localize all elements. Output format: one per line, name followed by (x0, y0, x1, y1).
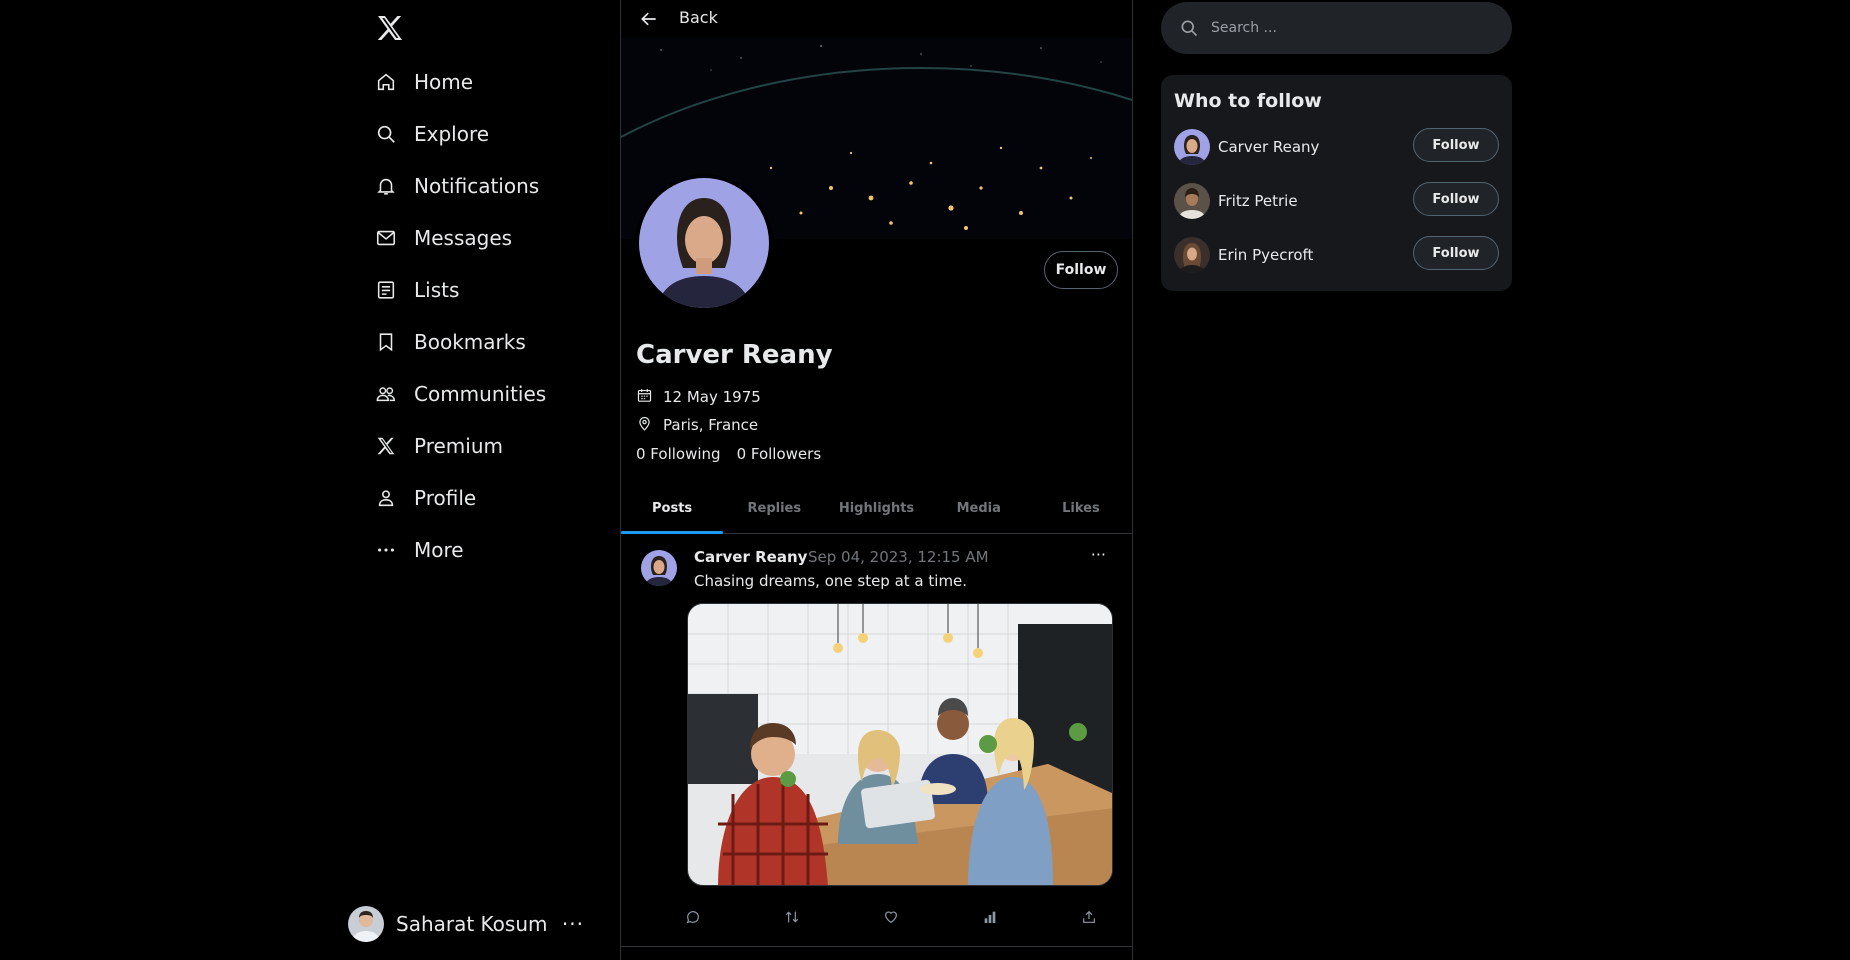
repost-icon[interactable] (780, 905, 804, 929)
nav-item-label: Explore (414, 122, 490, 146)
location-text: Paris, France (663, 416, 759, 434)
person-icon (374, 486, 398, 510)
tab-likes[interactable]: Likes (1030, 484, 1132, 533)
search-box[interactable] (1161, 2, 1512, 54)
avatar (1174, 183, 1210, 219)
post-author[interactable]: Carver Reany (694, 548, 807, 566)
calendar-icon (636, 387, 653, 408)
post-item[interactable]: Carver Reany Sep 04, 2023, 12:15 AM ··· … (621, 535, 1132, 947)
search-icon (1179, 18, 1199, 38)
analytics-icon[interactable] (978, 905, 1002, 929)
more-dots-icon[interactable]: ··· (1091, 545, 1106, 564)
nav-item-label: Lists (414, 278, 460, 302)
nav-item-messages[interactable]: Messages (374, 218, 512, 258)
search-icon (374, 122, 398, 146)
nav-item-label: Communities (414, 382, 547, 406)
nav-item-notifications[interactable]: Notifications (374, 166, 539, 206)
nav-item-label: Home (414, 70, 474, 94)
nav-item-home[interactable]: Home (374, 62, 473, 102)
back-button[interactable]: Back (679, 8, 718, 27)
back-arrow-icon[interactable] (639, 9, 659, 29)
current-user-name: Saharat Kosum (396, 912, 548, 936)
location-pin-icon (636, 415, 653, 436)
profile-header-bar: Back (621, 0, 1132, 38)
nav-item-lists[interactable]: Lists (374, 270, 459, 310)
followers-count-link[interactable]: 0 Followers (737, 445, 822, 463)
avatar (348, 906, 384, 942)
tab-posts[interactable]: Posts (621, 484, 724, 534)
following-count-link[interactable]: 0 Following (636, 445, 721, 463)
x-logo-icon[interactable] (374, 12, 406, 44)
nav-item-label: Bookmarks (414, 330, 526, 354)
reply-icon[interactable] (681, 905, 705, 929)
bell-icon (374, 174, 398, 198)
avatar (1174, 237, 1210, 273)
nav-item-bookmarks[interactable]: Bookmarks (374, 322, 526, 362)
post-text: Chasing dreams, one step at a time. (694, 572, 968, 590)
current-user-menu[interactable]: Saharat Kosum ··· (348, 900, 598, 948)
avatar (1174, 129, 1210, 165)
heart-icon[interactable] (879, 905, 903, 929)
profile-location: Paris, France (636, 414, 758, 436)
suggestion-name[interactable]: Carver Reany (1218, 138, 1319, 156)
follow-button[interactable]: Follow (1044, 251, 1118, 289)
left-sidebar: Home Explore Notifications Messages List… (348, 0, 620, 960)
profile-tabs: Posts Replies Highlights Media Likes (621, 484, 1132, 534)
avatar[interactable] (641, 550, 677, 586)
follow-button[interactable]: Follow (1413, 128, 1499, 162)
tab-replies[interactable]: Replies (723, 484, 825, 533)
nav-item-premium[interactable]: Premium (374, 426, 503, 466)
post-actions (681, 905, 1111, 929)
more-dots-icon[interactable]: ··· (562, 912, 584, 936)
profile-birthdate: 12 May 1975 (636, 386, 761, 408)
home-icon (374, 70, 398, 94)
nav-item-label: Premium (414, 434, 503, 458)
nav-item-communities[interactable]: Communities (374, 374, 546, 414)
post-image[interactable] (687, 603, 1113, 886)
list-icon (374, 278, 398, 302)
bookmark-icon (374, 330, 398, 354)
post-timestamp: Sep 04, 2023, 12:15 AM (808, 548, 989, 566)
who-to-follow-title: Who to follow (1174, 90, 1322, 112)
suggestion-item[interactable]: Fritz Petrie Follow (1174, 181, 1499, 221)
nav-item-label: Messages (414, 226, 513, 250)
nav-item-label: Notifications (414, 174, 540, 198)
search-input[interactable] (1211, 20, 1491, 36)
suggestion-item[interactable]: Erin Pyecroft Follow (1174, 235, 1499, 275)
tab-media[interactable]: Media (928, 484, 1030, 533)
birthdate-text: 12 May 1975 (663, 388, 761, 406)
follow-button[interactable]: Follow (1413, 182, 1499, 216)
suggestion-item[interactable]: Carver Reany Follow (1174, 127, 1499, 167)
profile-avatar[interactable] (635, 174, 773, 312)
tab-highlights[interactable]: Highlights (825, 484, 927, 533)
x-logo-icon (374, 434, 398, 458)
nav-item-explore[interactable]: Explore (374, 114, 489, 154)
more-dots-icon (374, 538, 398, 562)
suggestion-name[interactable]: Fritz Petrie (1218, 192, 1298, 210)
profile-name: Carver Reany (636, 340, 833, 370)
nav-item-label: More (414, 538, 464, 562)
nav-item-more[interactable]: More (374, 530, 464, 570)
envelope-icon (374, 226, 398, 250)
profile-column: Back Follow Carver Reany 12 May 1975 Par… (620, 0, 1133, 960)
follow-button[interactable]: Follow (1413, 236, 1499, 270)
nav-item-profile[interactable]: Profile (374, 478, 476, 518)
nav-item-label: Profile (414, 486, 477, 510)
follow-counts: 0 Following 0 Followers (636, 445, 821, 463)
suggestion-name[interactable]: Erin Pyecroft (1218, 246, 1313, 264)
who-to-follow-panel: Who to follow Carver Reany Follow Fritz … (1161, 75, 1512, 291)
people-icon (374, 382, 398, 406)
share-icon[interactable] (1077, 905, 1101, 929)
